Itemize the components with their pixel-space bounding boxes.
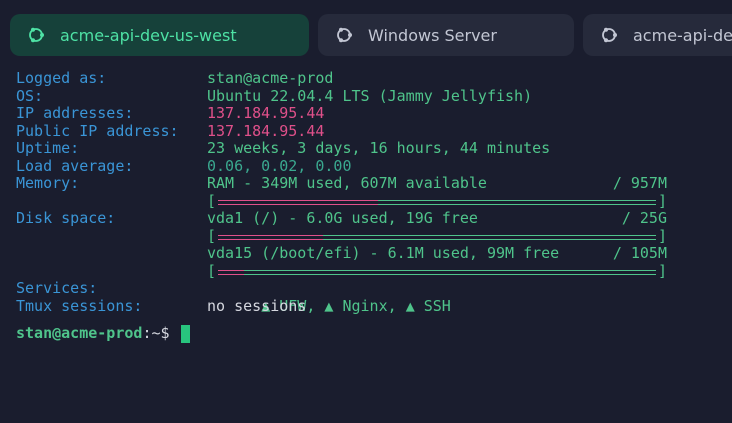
info-row-uptime: Uptime: 23 weeks, 3 days, 16 hours, 44 m… xyxy=(16,139,667,158)
label-ip-addresses: IP addresses: xyxy=(16,104,134,122)
disk-vda15-usage-bar: [ ] xyxy=(207,261,667,280)
label-logged-as: Logged as: xyxy=(16,69,107,87)
tab-windows-server[interactable]: Windows Server xyxy=(318,14,574,56)
disk2-line: vda15 (/boot/efi) - 6.1M used, 99M free … xyxy=(207,244,667,263)
shell-prompt-line[interactable]: stan@acme-prod:~$ xyxy=(16,324,667,343)
info-row-disk1-bar: [ ] xyxy=(16,226,667,246)
label-load-average: Load average: xyxy=(16,156,134,175)
value-ip-addresses: 137.184.95.44 xyxy=(207,104,325,122)
info-row-disk2: vda15 (/boot/efi) - 6.1M used, 99M free … xyxy=(16,244,667,263)
terminal-output[interactable]: Logged as: stan@acme-prod OS: Ubuntu 22.… xyxy=(16,69,667,343)
info-row-services: Services: ▲ UFW, ▲ Nginx, ▲ SSH xyxy=(16,279,667,314)
service-nginx: Nginx xyxy=(342,296,388,315)
ubuntu-icon xyxy=(599,25,619,45)
label-uptime: Uptime: xyxy=(16,139,80,157)
disk-vda1-usage-bar: [ ] xyxy=(207,226,667,245)
memory-usage-fill xyxy=(218,199,378,205)
value-logged-as: stan@acme-prod xyxy=(207,69,334,87)
service-status-icon: ▲ xyxy=(324,296,334,315)
label-memory: Memory: xyxy=(16,174,80,192)
info-row-disk1: Disk space: vda1 (/) - 6.0G used, 19G fr… xyxy=(16,209,667,228)
label-services: Services: xyxy=(16,279,98,297)
label-tmux-sessions: Tmux sessions: xyxy=(16,296,143,315)
disk-vda15-total: / 105M xyxy=(612,244,667,262)
memory-usage-bar: [ ] xyxy=(207,191,667,210)
memory-total: / 957M xyxy=(612,174,667,192)
value-load-average: 0.06, 0.02, 0.00 xyxy=(207,156,352,175)
service-status-icon: ▲ xyxy=(405,296,415,315)
label-disk-space: Disk space: xyxy=(16,209,116,227)
info-row-memory-bar: [ ] xyxy=(16,191,667,211)
ubuntu-icon xyxy=(26,25,46,45)
info-row-public-ip: Public IP address: 137.184.95.44 xyxy=(16,121,667,141)
info-row-logged: Logged as: stan@acme-prod xyxy=(16,69,667,88)
value-uptime: 23 weeks, 3 days, 16 hours, 44 minutes xyxy=(207,139,551,157)
info-row-load: Load average: 0.06, 0.02, 0.00 xyxy=(16,156,667,176)
tab-label: Windows Server xyxy=(368,25,497,45)
prompt-userhost: stan@acme-prod xyxy=(16,324,143,342)
value-os: Ubuntu 22.04.4 LTS (Jammy Jellyfish) xyxy=(207,86,533,105)
label-os: OS: xyxy=(16,86,44,105)
value-public-ip: 137.184.95.44 xyxy=(207,121,325,140)
info-row-disk2-bar: [ ] xyxy=(16,261,667,281)
tab-acme-api-dev[interactable]: acme-api-dev xyxy=(583,14,732,56)
value-memory: RAM - 349M used, 607M available xyxy=(207,174,487,192)
disk-vda15-usage-fill xyxy=(218,269,244,275)
memory-line: RAM - 349M used, 607M available / 957M xyxy=(207,174,667,193)
tab-bar: acme-api-dev-us-west Windows Server acme… xyxy=(0,0,732,68)
info-row-os: OS: Ubuntu 22.04.4 LTS (Jammy Jellyfish) xyxy=(16,86,667,106)
tab-label: acme-api-dev-us-west xyxy=(60,25,237,45)
label-public-ip: Public IP address: xyxy=(16,121,179,140)
tab-label: acme-api-dev xyxy=(633,25,732,45)
ubuntu-icon xyxy=(334,25,354,45)
info-row-memory: Memory: RAM - 349M used, 607M available … xyxy=(16,174,667,193)
info-row-ip: IP addresses: 137.184.95.44 xyxy=(16,104,667,123)
service-ssh: SSH xyxy=(423,296,451,315)
disk-vda1-total: / 25G xyxy=(621,209,667,227)
disk-vda1-usage-fill xyxy=(218,234,323,240)
tab-acme-api-dev-us-west[interactable]: acme-api-dev-us-west xyxy=(10,14,309,56)
prompt-path: :~$ xyxy=(142,324,170,342)
terminal-cursor xyxy=(180,325,190,343)
disk1-line: vda1 (/) - 6.0G used, 19G free / 25G xyxy=(207,209,667,228)
